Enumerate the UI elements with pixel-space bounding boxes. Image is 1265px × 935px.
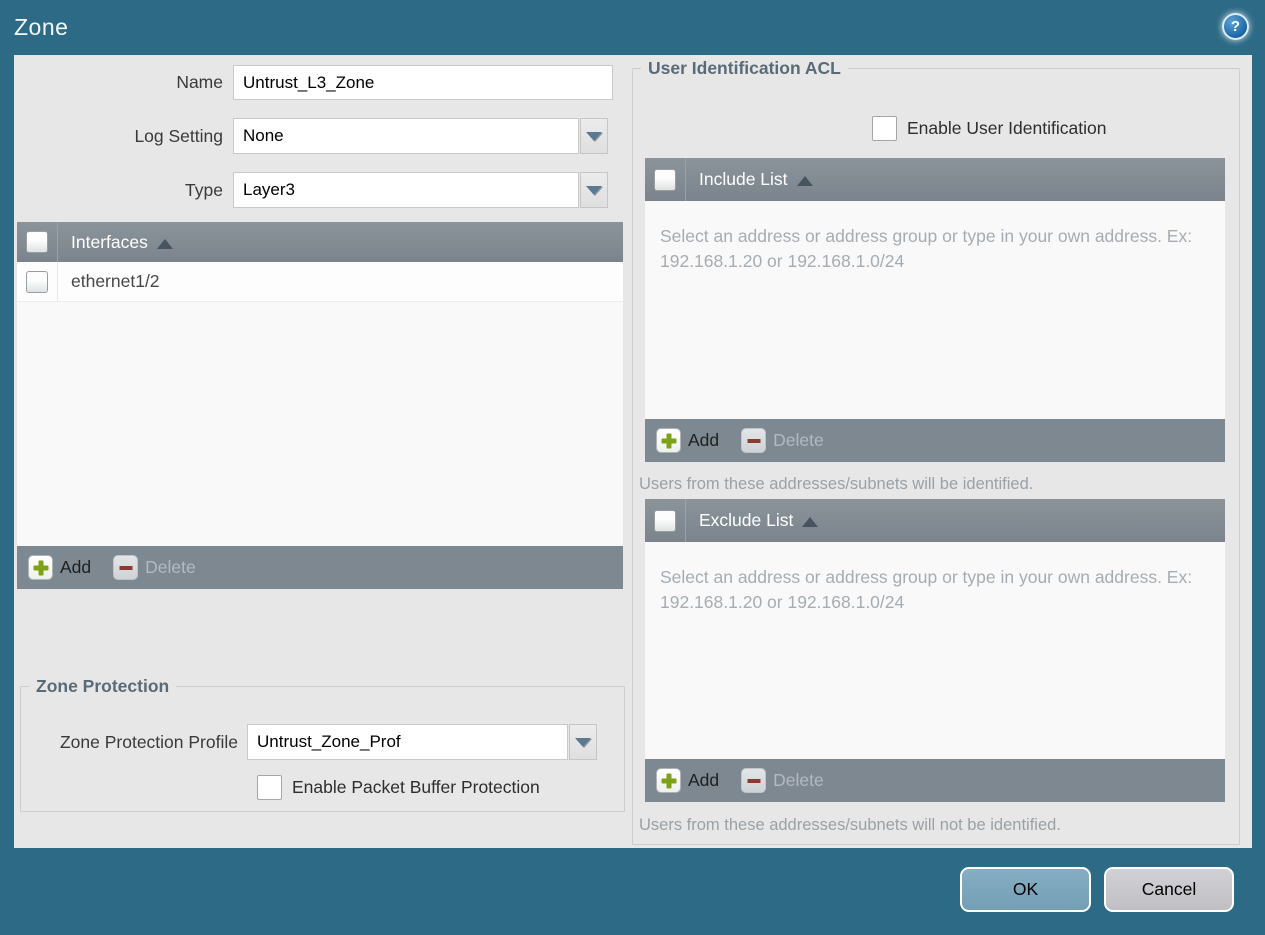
interfaces-table: Interfaces ethernet1/2 Add Delete — [17, 222, 623, 589]
delete-exclude-button[interactable]: Delete — [741, 768, 824, 793]
type-row: Type Layer3 — [14, 172, 608, 208]
plus-icon — [28, 555, 53, 580]
include-list-header: Include List — [645, 158, 1225, 201]
exclude-list-table: Exclude List Select an address or addres… — [645, 499, 1225, 802]
add-interface-button[interactable]: Add — [28, 555, 91, 580]
packet-buffer-protection-checkbox[interactable] — [257, 775, 282, 800]
enable-user-identification-row: Enable User Identification — [872, 116, 1106, 141]
zone-protection-profile-label: Zone Protection Profile — [59, 731, 238, 752]
name-row: Name — [14, 65, 613, 100]
zone-protection-legend: Zone Protection — [36, 676, 170, 696]
zone-protection-profile-row: Zone Protection Profile Untrust_Zone_Pro… — [21, 724, 597, 760]
exclude-list-header: Exclude List — [645, 499, 1225, 542]
type-label: Type — [185, 179, 223, 200]
interfaces-select-all-checkbox[interactable] — [26, 231, 48, 253]
minus-icon — [741, 428, 767, 453]
interfaces-column-header[interactable]: Interfaces — [58, 222, 173, 262]
minus-icon — [741, 768, 767, 793]
include-list-footer: Add Delete — [645, 419, 1225, 462]
add-label: Add — [688, 430, 720, 450]
zone-protection-section: Zone Protection Zone Protection Profile … — [20, 676, 625, 812]
interface-row-checkbox[interactable] — [26, 270, 48, 293]
include-column-header[interactable]: Include List — [686, 158, 813, 201]
dialog-titlebar: Zone ? — [0, 0, 1265, 55]
dialog-content: Name Log Setting None Type Layer3 — [14, 55, 1252, 848]
enable-user-identification-checkbox[interactable] — [872, 116, 897, 141]
exclude-header-checkbox-cell — [645, 499, 686, 542]
interfaces-table-footer: Add Delete — [17, 546, 623, 589]
log-setting-label: Log Setting — [134, 125, 223, 146]
delete-label: Delete — [145, 557, 196, 577]
exclude-list-body[interactable]: Select an address or address group or ty… — [645, 542, 1225, 759]
user-identification-legend: User Identification ACL — [648, 58, 841, 78]
interfaces-table-body: ethernet1/2 — [17, 262, 623, 546]
add-exclude-button[interactable]: Add — [656, 768, 719, 793]
exclude-column-header[interactable]: Exclude List — [686, 499, 819, 542]
add-include-button[interactable]: Add — [656, 428, 719, 453]
cancel-button[interactable]: Cancel — [1104, 867, 1234, 912]
include-column-label: Include List — [699, 169, 788, 189]
delete-label: Delete — [773, 430, 824, 450]
name-input[interactable] — [233, 65, 613, 100]
zone-protection-profile-dropdown-button[interactable] — [569, 724, 597, 760]
ok-button[interactable]: OK — [960, 867, 1091, 912]
log-setting-row: Log Setting None — [14, 118, 608, 154]
zone-protection-profile-select[interactable]: Untrust_Zone_Prof — [247, 724, 568, 760]
type-dropdown-button[interactable] — [580, 172, 608, 208]
include-select-all-checkbox[interactable] — [654, 168, 676, 191]
name-label: Name — [176, 72, 223, 92]
include-list-caption: Users from these addresses/subnets will … — [639, 475, 1034, 493]
sort-ascending-icon — [802, 517, 819, 527]
exclude-select-all-checkbox[interactable] — [654, 509, 676, 532]
sort-ascending-icon — [796, 176, 813, 186]
include-list-body[interactable]: Select an address or address group or ty… — [645, 201, 1225, 419]
include-list-table: Include List Select an address or addres… — [645, 158, 1225, 462]
plus-icon — [656, 768, 681, 793]
sort-ascending-icon — [156, 238, 173, 249]
exclude-column-label: Exclude List — [699, 510, 794, 530]
minus-icon — [113, 555, 139, 580]
delete-include-button[interactable]: Delete — [741, 428, 824, 453]
table-row[interactable]: ethernet1/2 — [17, 262, 623, 302]
enable-user-identification-label: Enable User Identification — [907, 118, 1107, 138]
log-setting-select[interactable]: None — [233, 118, 579, 154]
row-checkbox-cell — [17, 262, 58, 301]
interfaces-column-label: Interfaces — [71, 231, 148, 252]
include-header-checkbox-cell — [645, 158, 686, 201]
packet-buffer-protection-label: Enable Packet Buffer Protection — [292, 777, 540, 797]
type-select[interactable]: Layer3 — [233, 172, 579, 208]
page-title: Zone — [14, 14, 69, 40]
log-setting-dropdown-button[interactable] — [580, 118, 608, 154]
add-label: Add — [688, 770, 720, 790]
plus-icon — [656, 428, 681, 453]
user-identification-section: User Identification ACL Enable User Iden… — [632, 58, 1240, 845]
interfaces-header-checkbox-cell — [17, 222, 58, 262]
interface-name: ethernet1/2 — [71, 271, 160, 291]
packet-buffer-protection-row: Enable Packet Buffer Protection — [257, 775, 540, 800]
chevron-down-icon — [575, 737, 591, 747]
interfaces-table-header: Interfaces — [17, 222, 623, 262]
add-label: Add — [60, 557, 92, 577]
help-icon[interactable]: ? — [1222, 13, 1249, 40]
include-list-placeholder: Select an address or address group or ty… — [660, 226, 1193, 271]
delete-label: Delete — [773, 770, 824, 790]
chevron-down-icon — [586, 185, 602, 195]
exclude-list-footer: Add Delete — [645, 759, 1225, 802]
chevron-down-icon — [586, 131, 602, 141]
exclude-list-placeholder: Select an address or address group or ty… — [660, 567, 1193, 612]
exclude-list-caption: Users from these addresses/subnets will … — [639, 816, 1061, 834]
delete-interface-button[interactable]: Delete — [113, 555, 196, 580]
